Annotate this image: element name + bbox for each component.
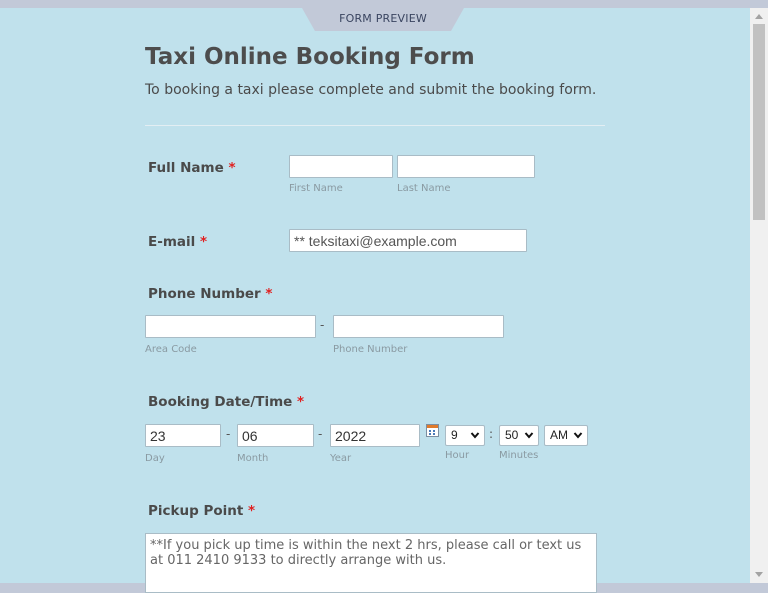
- area-code-sublabel: Area Code: [145, 344, 197, 355]
- email-label-text: E-mail: [148, 234, 196, 250]
- day-sublabel: Day: [145, 453, 165, 464]
- hour-select-value: 9: [451, 428, 458, 442]
- calendar-icon[interactable]: [426, 424, 439, 437]
- minutes-sublabel: Minutes: [499, 450, 539, 461]
- phone-separator: -: [320, 318, 325, 332]
- time-separator: :: [489, 427, 494, 441]
- pickup-point-textarea[interactable]: **If you pick up time is within the next…: [145, 533, 597, 593]
- required-mark: *: [228, 160, 236, 176]
- scroll-up-icon[interactable]: [755, 14, 763, 19]
- required-mark: *: [199, 234, 208, 250]
- ampm-select-value: AM: [550, 428, 568, 442]
- first-name-sublabel: First Name: [289, 183, 343, 194]
- year-sublabel: Year: [330, 453, 352, 464]
- email-input[interactable]: [289, 229, 527, 252]
- scrollbar-thumb[interactable]: [753, 24, 765, 220]
- last-name-sublabel: Last Name: [397, 183, 451, 194]
- booking-datetime-label-text: Booking Date/Time: [148, 394, 293, 410]
- required-mark: *: [297, 394, 305, 410]
- last-name-input[interactable]: [397, 155, 535, 178]
- pickup-point-label: Pickup Point *: [148, 503, 255, 519]
- booking-datetime-label: Booking Date/Time *: [148, 394, 304, 410]
- phone-number-sublabel: Phone Number: [333, 344, 408, 355]
- required-mark: *: [265, 286, 273, 302]
- minute-select-value: 50: [505, 428, 519, 442]
- date-separator: -: [318, 427, 323, 441]
- full-name-label: Full Name *: [148, 160, 236, 176]
- vertical-scrollbar[interactable]: [750, 8, 768, 583]
- hour-sublabel: Hour: [445, 450, 470, 461]
- month-sublabel: Month: [237, 453, 269, 464]
- form-preview-tab-label: FORM PREVIEW: [339, 12, 427, 25]
- phone-label: Phone Number *: [148, 286, 272, 302]
- year-input[interactable]: [330, 424, 420, 447]
- header-divider: [145, 125, 605, 126]
- chevron-down-icon: [470, 432, 480, 439]
- phone-label-text: Phone Number: [148, 286, 261, 302]
- form-title: Taxi Online Booking Form: [145, 44, 475, 70]
- hour-select[interactable]: 9: [445, 425, 485, 446]
- phone-number-input[interactable]: [333, 315, 504, 338]
- full-name-label-text: Full Name: [148, 160, 224, 176]
- form-preview-tab[interactable]: FORM PREVIEW: [302, 8, 464, 31]
- date-separator: -: [226, 427, 231, 441]
- form-subtitle: To booking a taxi please complete and su…: [145, 82, 597, 98]
- chevron-down-icon: [524, 432, 534, 439]
- day-input[interactable]: [145, 424, 221, 447]
- pickup-point-label-text: Pickup Point: [148, 503, 244, 519]
- minute-select[interactable]: 50: [499, 425, 539, 446]
- email-label: E-mail *: [148, 234, 207, 250]
- area-code-input[interactable]: [145, 315, 316, 338]
- chevron-down-icon: [573, 432, 583, 439]
- ampm-select[interactable]: AM: [544, 425, 588, 446]
- first-name-input[interactable]: [289, 155, 393, 178]
- required-mark: *: [248, 503, 256, 519]
- month-input[interactable]: [237, 424, 314, 447]
- scroll-down-icon[interactable]: [755, 572, 763, 577]
